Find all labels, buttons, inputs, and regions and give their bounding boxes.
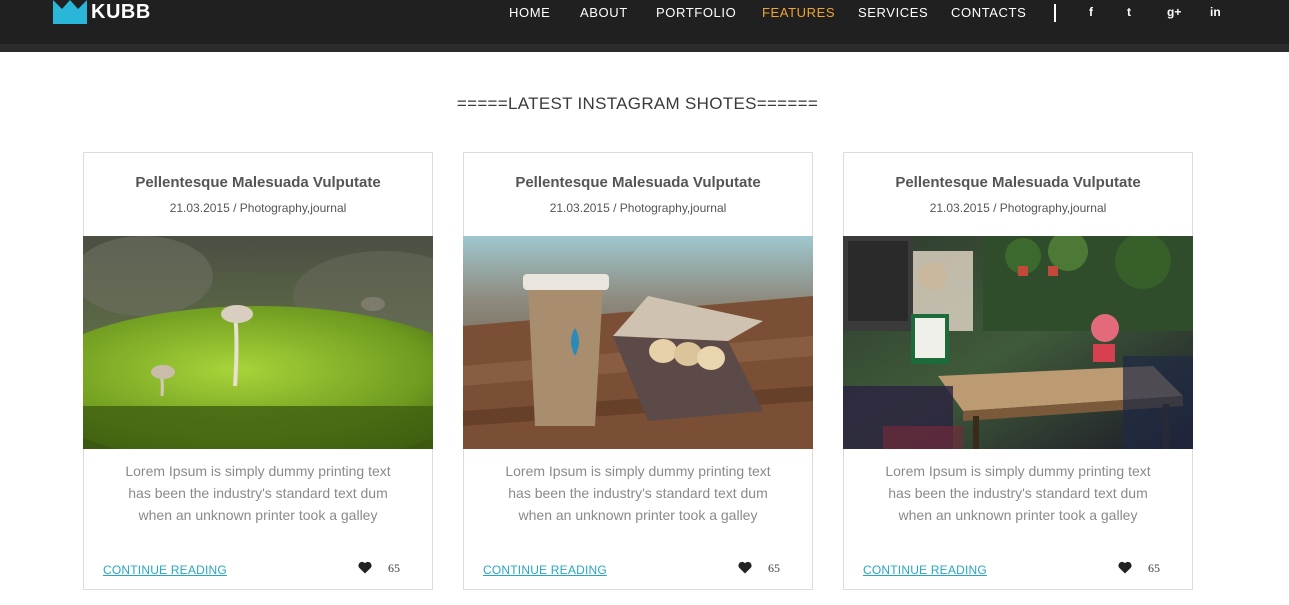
nav-features[interactable]: FEATURES [762, 4, 835, 22]
top-navbar: KUBB HOME ABOUT PORTFOLIO FEATURES SERVI… [0, 0, 1289, 52]
blog-card: Pellentesque Malesuada Vulputate 21.03.2… [463, 152, 813, 590]
continue-reading-link[interactable]: CONTINUE READING [103, 563, 227, 577]
nav-divider [1054, 4, 1056, 22]
coffee-macarons-photo[interactable] [463, 236, 813, 449]
blog-card: Pellentesque Malesuada Vulputate 21.03.2… [843, 152, 1193, 590]
like-count: 65 [1148, 561, 1160, 575]
navbar-shadow [0, 44, 1289, 52]
nav-about[interactable]: ABOUT [580, 4, 628, 22]
google-plus-icon[interactable]: g+ [1167, 4, 1181, 20]
nav-home[interactable]: HOME [509, 4, 550, 22]
linkedin-icon[interactable]: in [1210, 4, 1221, 20]
card-excerpt: Lorem Ipsum is simply dummy printing tex… [505, 463, 771, 523]
card-meta: 21.03.2015 / Photography,journal [929, 201, 1107, 215]
facebook-icon[interactable]: f [1089, 4, 1093, 20]
blog-card: Pellentesque Malesuada Vulputate 21.03.2… [83, 152, 433, 590]
continue-reading-link[interactable]: CONTINUE READING [483, 563, 607, 577]
card-meta: 21.03.2015 / Photography,journal [169, 201, 347, 215]
heart-icon[interactable] [738, 561, 752, 574]
card-meta: 21.03.2015 / Photography,journal [549, 201, 727, 215]
nav-portfolio[interactable]: PORTFOLIO [656, 4, 736, 22]
cafe-terrace-photo[interactable] [843, 236, 1193, 449]
card-title[interactable]: Pellentesque Malesuada Vulputate [844, 173, 1192, 193]
nav-contacts[interactable]: CONTACTS [951, 4, 1026, 22]
like-count: 65 [768, 561, 780, 575]
continue-reading-link[interactable]: CONTINUE READING [863, 563, 987, 577]
card-excerpt: Lorem Ipsum is simply dummy printing tex… [125, 463, 391, 523]
section-title: =====LATEST INSTAGRAM SHOTES====== [456, 94, 819, 113]
card-title[interactable]: Pellentesque Malesuada Vulputate [84, 173, 432, 193]
nav-services[interactable]: SERVICES [858, 4, 928, 22]
like-count: 65 [388, 561, 400, 575]
moss-mushroom-photo[interactable] [83, 236, 433, 449]
card-excerpt: Lorem Ipsum is simply dummy printing tex… [885, 463, 1151, 523]
main-nav: HOME ABOUT PORTFOLIO FEATURES SERVICES C… [0, 4, 1289, 22]
heart-icon[interactable] [358, 561, 372, 574]
card-title[interactable]: Pellentesque Malesuada Vulputate [464, 173, 812, 193]
heart-icon[interactable] [1118, 561, 1132, 574]
twitter-icon[interactable]: t [1127, 4, 1131, 20]
